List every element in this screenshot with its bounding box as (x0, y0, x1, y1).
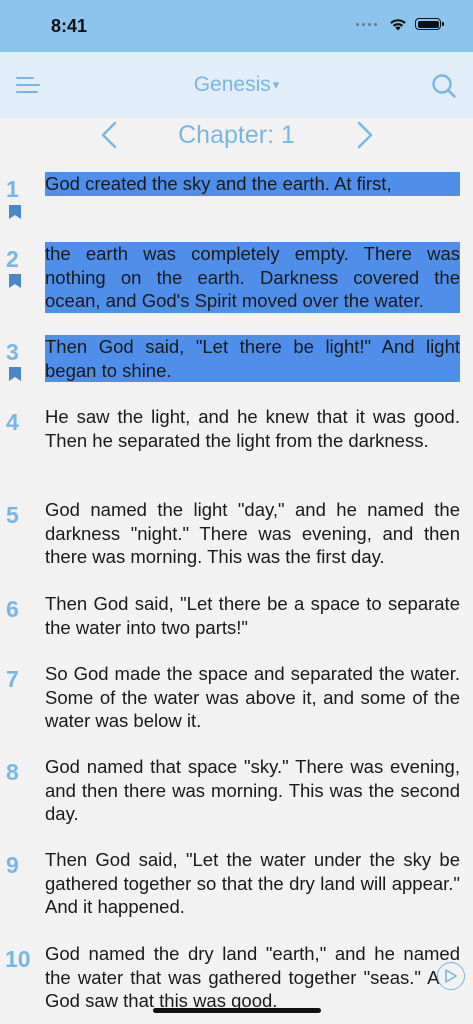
book-selector[interactable]: Genesis ▾ (0, 73, 473, 97)
status-icons (356, 17, 444, 31)
verse-text: God named the dry land "earth," and he n… (45, 943, 460, 1011)
verse-6[interactable]: 6 Then God said, "Let there be a space t… (0, 592, 473, 640)
verse-number: 3 (6, 339, 19, 365)
verse-number: 8 (6, 759, 19, 785)
status-bar: 8:41 (0, 0, 473, 52)
verse-text: So God made the space and separated the … (45, 663, 460, 731)
chapter-title[interactable]: Chapter: 1 (0, 121, 473, 150)
verse-5[interactable]: 5 God named the light "day," and he name… (0, 498, 473, 570)
chevron-right-icon[interactable] (352, 120, 376, 150)
book-title: Genesis (193, 73, 271, 96)
signal-dots-icon (356, 22, 377, 26)
bookmark-icon (9, 274, 21, 288)
nav-bar: Genesis ▾ (0, 52, 473, 118)
verse-number: 9 (6, 852, 19, 878)
verse-number: 10 (5, 946, 31, 972)
verse-3[interactable]: 3 Then God said, "Let there be light!" A… (0, 335, 473, 383)
bookmark-icon (9, 205, 21, 219)
home-indicator[interactable] (153, 1008, 321, 1013)
verse-10[interactable]: 10 God named the dry land "earth," and h… (0, 942, 473, 1014)
verse-text: God named that space "sky." There was ev… (45, 756, 460, 824)
verse-number: 7 (6, 666, 19, 692)
verse-9[interactable]: 9 Then God said, "Let the water under th… (0, 848, 473, 920)
verse-number: 1 (6, 176, 19, 202)
status-time: 8:41 (51, 16, 88, 36)
caret-down-icon: ▾ (272, 77, 280, 92)
verse-text: Then God said, "Let there be a space to … (45, 593, 460, 638)
verse-text: God created the sky and the earth. At fi… (45, 172, 460, 196)
verse-text: the earth was completely empty. There wa… (45, 242, 460, 313)
battery-icon (415, 18, 444, 30)
verse-number: 2 (6, 246, 19, 272)
verse-number: 6 (6, 596, 19, 622)
play-icon (445, 969, 457, 983)
verse-7[interactable]: 7 So God made the space and separated th… (0, 662, 473, 734)
bookmark-icon (9, 367, 21, 381)
verse-text: Then God said, "Let the water under the … (45, 849, 460, 917)
verse-4[interactable]: 4 He saw the light, and he knew that it … (0, 405, 473, 477)
play-button[interactable] (437, 962, 465, 990)
verse-text: He saw the light, and he knew that it wa… (45, 406, 460, 451)
wifi-icon (390, 19, 406, 31)
verse-1[interactable]: 1 God created the sky and the earth. At … (0, 172, 473, 232)
search-icon[interactable] (431, 73, 457, 99)
verse-2[interactable]: 2 the earth was completely empty. There … (0, 242, 473, 314)
chapter-navigator: Chapter: 1 (0, 118, 473, 154)
verse-number: 5 (6, 502, 19, 528)
verse-8[interactable]: 8 God named that space "sky." There was … (0, 755, 473, 827)
verse-text: God named the light "day," and he named … (45, 499, 460, 567)
verse-text: Then God said, "Let there be light!" And… (45, 335, 460, 382)
verse-number: 4 (6, 409, 19, 435)
